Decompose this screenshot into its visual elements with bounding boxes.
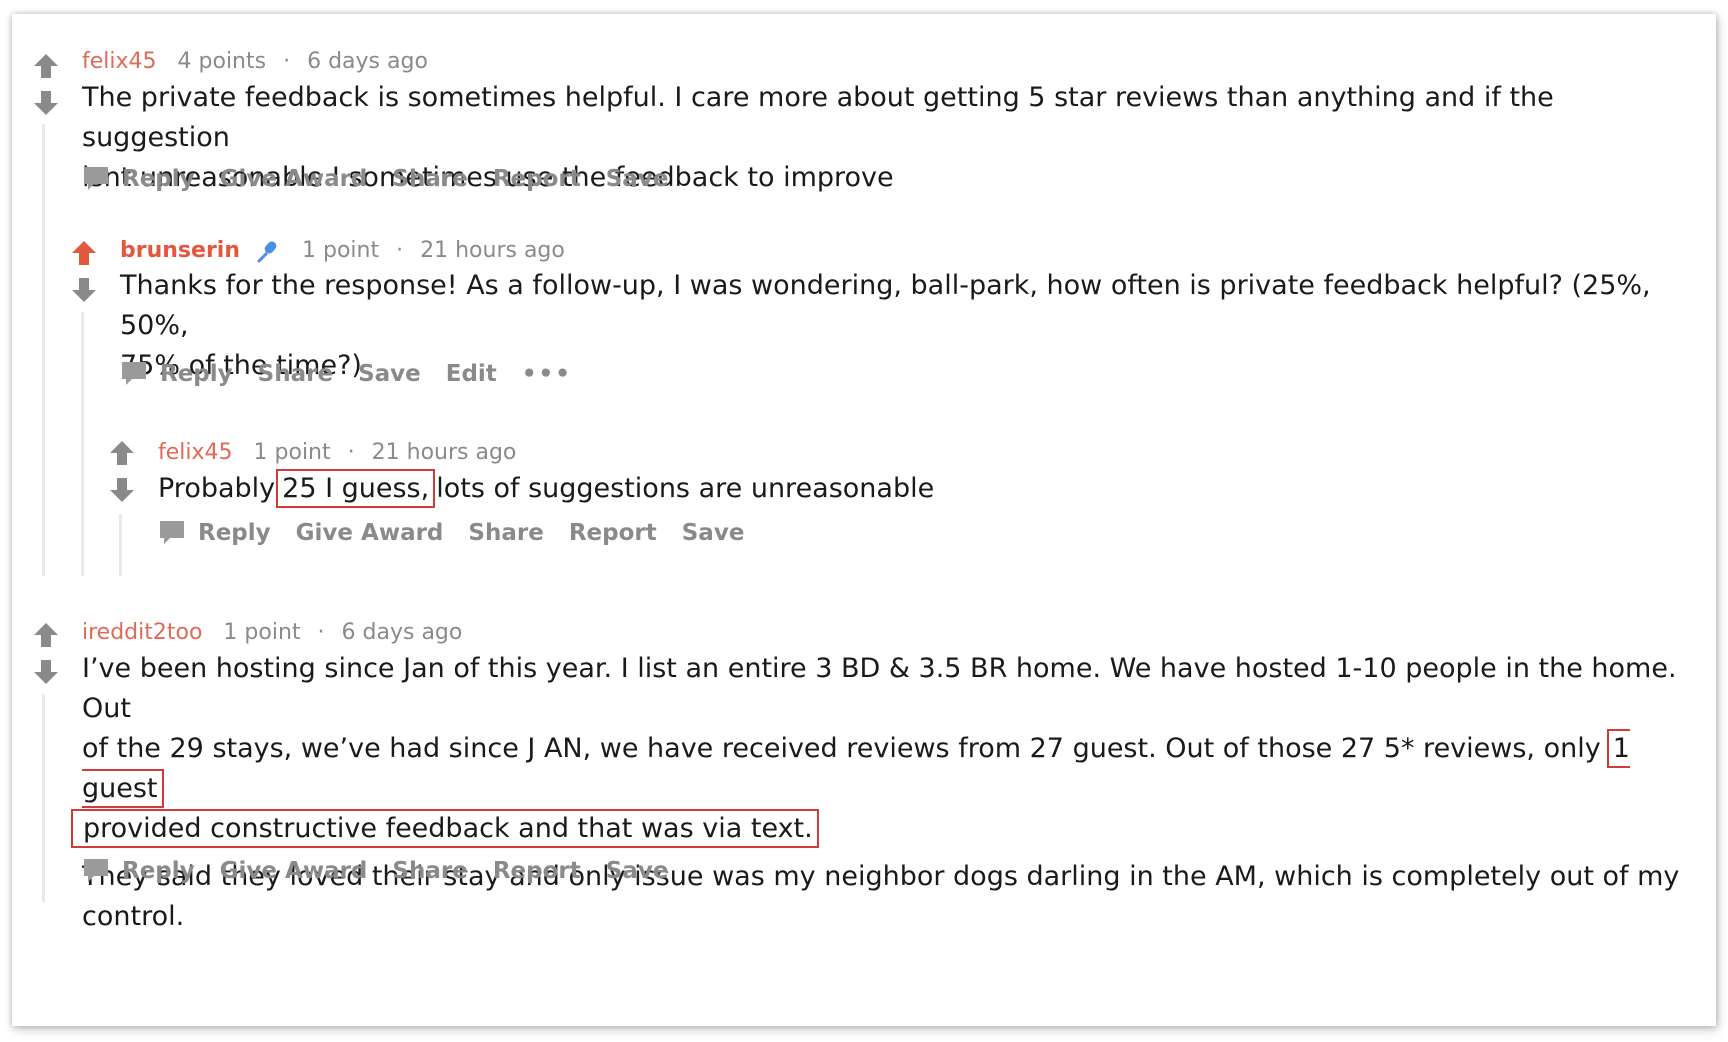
reply-button[interactable]: Reply: [160, 358, 233, 390]
downvote-button[interactable]: [69, 275, 99, 305]
meta-separator: ·: [396, 238, 404, 263]
up-arrow-icon: [34, 623, 58, 647]
upvote-button[interactable]: [31, 620, 61, 650]
comment-body-line: provided constructive feedback and that …: [70, 809, 1702, 849]
comment-body-text: Probably: [158, 473, 276, 504]
downvote-button[interactable]: [31, 657, 61, 687]
comment-time[interactable]: 21 hours ago: [420, 238, 565, 263]
comment-body-text: of the 29 stays, we’ve had since J AN, w…: [82, 733, 1601, 764]
comment-author[interactable]: ireddit2too: [82, 620, 202, 645]
down-arrow-icon: [34, 91, 58, 115]
thread-line-level2[interactable]: [81, 312, 84, 576]
upvote-button[interactable]: [107, 438, 137, 468]
highlight-box: provided constructive feedback and that …: [71, 809, 819, 848]
down-arrow-icon: [110, 478, 134, 502]
save-button[interactable]: Save: [606, 855, 669, 887]
microphone-icon: [255, 238, 281, 264]
upvote-button[interactable]: [69, 238, 99, 268]
comment-actions: Reply Share Save Edit •••: [120, 358, 597, 390]
comment-body-line: Thanks for the response! As a follow-up,…: [120, 270, 1651, 341]
meta-separator: ·: [283, 49, 291, 74]
up-arrow-icon: [110, 441, 134, 465]
reply-button[interactable]: Reply: [198, 517, 271, 549]
thread-line-level1[interactable]: [42, 124, 45, 576]
comment-meta: felix45 1 point · 21 hours ago: [158, 438, 516, 468]
comment-author[interactable]: felix45: [158, 440, 233, 465]
more-options-button[interactable]: •••: [522, 358, 572, 390]
reply-button[interactable]: Reply: [122, 163, 195, 195]
comment-meta: felix45 4 points · 6 days ago: [82, 47, 428, 77]
comment-body-line: I’ve been hosting since Jan of this year…: [82, 653, 1677, 724]
comment-author[interactable]: felix45: [82, 49, 157, 74]
give-award-button[interactable]: Give Award: [220, 855, 368, 887]
share-button[interactable]: Share: [468, 517, 543, 549]
downvote-button[interactable]: [31, 88, 61, 118]
report-button[interactable]: Report: [493, 163, 581, 195]
upvote-button[interactable]: [31, 51, 61, 81]
comment-actions: Reply Give Award Share Report Save: [82, 855, 693, 887]
reply-button[interactable]: Reply: [122, 855, 195, 887]
save-button[interactable]: Save: [358, 358, 421, 390]
comment-score: 4 points: [177, 49, 267, 74]
thread-line-comment4[interactable]: [42, 694, 45, 902]
comment-thread-card: felix45 4 points · 6 days ago The privat…: [12, 14, 1716, 1026]
comment-actions: Reply Give Award Share Report Save: [158, 517, 769, 549]
comment-author[interactable]: brunserin: [120, 238, 240, 263]
comment-meta: ireddit2too 1 point · 6 days ago: [82, 618, 462, 648]
comment-time[interactable]: 6 days ago: [342, 620, 463, 645]
give-award-button[interactable]: Give Award: [220, 163, 368, 195]
down-arrow-icon: [34, 660, 58, 684]
edit-button[interactable]: Edit: [446, 358, 497, 390]
comment-body-text: lots of suggestions are unreasonable: [436, 473, 935, 504]
comment-body-line: control.: [82, 901, 185, 932]
highlight-box: 25 I guess,: [276, 469, 436, 508]
report-button[interactable]: Report: [493, 855, 581, 887]
comment-actions: Reply Give Award Share Report Save: [82, 163, 693, 195]
chat-bubble-icon[interactable]: [158, 519, 186, 547]
comment-score: 1 point: [253, 440, 331, 465]
meta-separator: ·: [347, 440, 355, 465]
share-button[interactable]: Share: [392, 855, 467, 887]
comment-body-line: The private feedback is sometimes helpfu…: [82, 82, 1554, 153]
comment-time[interactable]: 6 days ago: [307, 49, 428, 74]
comment-body-line: of the 29 stays, we’ve had since J AN, w…: [82, 729, 1702, 809]
meta-separator: ·: [317, 620, 325, 645]
report-button[interactable]: Report: [569, 517, 657, 549]
share-button[interactable]: Share: [392, 163, 467, 195]
comment-time[interactable]: 21 hours ago: [372, 440, 517, 465]
comment-body: Probably 25 I guess, lots of suggestions a…: [158, 469, 1698, 509]
down-arrow-icon: [72, 278, 96, 302]
save-button[interactable]: Save: [606, 163, 669, 195]
chat-bubble-icon[interactable]: [82, 165, 110, 193]
comment-score: 1 point: [302, 238, 380, 263]
comment-body: I’ve been hosting since Jan of this year…: [71, 649, 1702, 937]
up-arrow-icon: [72, 241, 96, 265]
downvote-button[interactable]: [107, 475, 137, 505]
share-button[interactable]: Share: [258, 358, 333, 390]
chat-bubble-icon[interactable]: [82, 857, 110, 885]
save-button[interactable]: Save: [682, 517, 745, 549]
comment-meta: brunserin 1 point · 21 hours ago: [120, 236, 565, 266]
up-arrow-icon: [34, 54, 58, 78]
thread-line-level3[interactable]: [119, 514, 122, 576]
chat-bubble-icon[interactable]: [120, 360, 148, 388]
give-award-button[interactable]: Give Award: [296, 517, 444, 549]
comment-score: 1 point: [223, 620, 301, 645]
